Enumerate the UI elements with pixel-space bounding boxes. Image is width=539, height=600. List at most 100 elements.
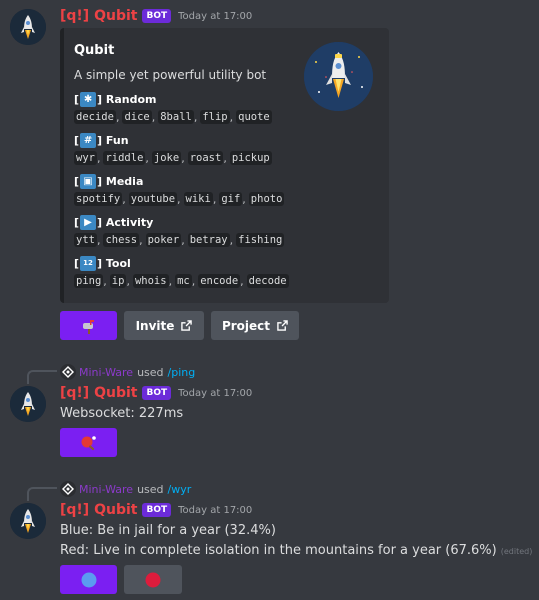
invite-label: Invite	[135, 318, 175, 333]
hash-icon: #	[80, 132, 97, 148]
embed-description: A simple yet powerful utility bot	[74, 68, 267, 82]
message-header: [q!] Qubit BOT Today at 17:00	[60, 385, 252, 401]
message-header: [q!] Qubit BOT Today at 17:00	[60, 502, 252, 518]
ping-result: Websocket: 227ms	[60, 406, 184, 421]
help-embed: Qubit A simple yet powerful utility bot …	[60, 28, 389, 303]
command-code: mc	[175, 274, 192, 288]
command-code: ping	[74, 274, 104, 288]
reply-username[interactable]: Mini-Ware	[79, 366, 133, 379]
reply-connector	[27, 487, 57, 501]
category-label: Random	[105, 92, 157, 106]
timestamp[interactable]: Today at 17:00	[178, 388, 252, 399]
bot-badge: BOT	[142, 386, 172, 400]
command-code: spotify	[74, 192, 123, 206]
category-media: [▣] Media spotify, youtube, wiki, gif, p…	[74, 173, 285, 206]
command-list: wyr, riddle, joke, roast, pickup	[74, 151, 272, 165]
mini-ware-avatar[interactable]	[60, 481, 76, 497]
command-list: spotify, youtube, wiki, gif, photo	[74, 192, 285, 206]
category-label: Tool	[105, 256, 131, 270]
command-code: chess	[103, 233, 140, 247]
camera-icon: ▣	[80, 173, 97, 189]
category-heading: [✱] Random	[74, 91, 157, 107]
command-code: poker	[145, 233, 182, 247]
wyr-option-blue: Blue: Be in jail for a year (32.4%)	[60, 523, 276, 538]
reply-reference[interactable]: Mini-Ware used /ping	[60, 364, 195, 380]
category-heading: [▣] Media	[74, 173, 144, 189]
command-code: pickup	[229, 151, 272, 165]
mini-ware-avatar[interactable]	[60, 364, 76, 380]
ping-pong-icon	[81, 435, 96, 450]
command-code: wiki	[183, 192, 213, 206]
embed-title: Qubit	[74, 43, 115, 58]
bot-avatar[interactable]	[10, 386, 46, 422]
command-code: ip	[109, 274, 127, 288]
wyr-option-red-text: Red: Live in complete isolation in the m…	[60, 543, 497, 558]
vote-red-button[interactable]	[124, 565, 182, 594]
category-activity: [▶] Activity ytt, chess, poker, betray, …	[74, 214, 285, 247]
blue-circle-icon	[81, 572, 96, 587]
command-list: ping, ip, whois, mc, encode, decode	[74, 274, 289, 288]
red-circle-icon	[145, 572, 161, 587]
command-code: gif	[219, 192, 243, 206]
category-label: Activity	[105, 215, 154, 229]
reply-used-text: used	[137, 365, 164, 379]
category-random: [✱] Random decide, dice, 8ball, flip, qu…	[74, 91, 272, 124]
reply-command[interactable]: /wyr	[168, 483, 192, 496]
reply-used-text: used	[137, 482, 164, 496]
command-code: ytt	[74, 233, 97, 247]
command-code: flip	[200, 110, 230, 124]
external-link-icon	[277, 320, 288, 331]
command-code: encode	[198, 274, 241, 288]
category-heading: [▶] Activity	[74, 214, 154, 230]
command-code: photo	[248, 192, 285, 206]
wyr-option-red: Red: Live in complete isolation in the m…	[60, 543, 532, 558]
vote-blue-button[interactable]	[60, 565, 117, 594]
project-label: Project	[221, 318, 271, 333]
bot-avatar[interactable]	[10, 503, 46, 539]
command-list: decide, dice, 8ball, flip, quote	[74, 110, 272, 124]
bot-avatar[interactable]	[10, 9, 46, 45]
bot-badge: BOT	[142, 9, 172, 23]
reply-command[interactable]: /ping	[168, 366, 196, 379]
timestamp[interactable]: Today at 17:00	[178, 505, 252, 516]
play-pause-icon: ▶	[80, 214, 97, 230]
category-heading: [#] Fun	[74, 132, 129, 148]
command-list: ytt, chess, poker, betray, fishing	[74, 233, 285, 247]
command-code: joke	[151, 151, 182, 165]
message-header: [q!] Qubit BOT Today at 17:00	[60, 8, 252, 24]
bot-username[interactable]: [q!] Qubit	[60, 8, 137, 24]
bot-username[interactable]: [q!] Qubit	[60, 502, 137, 518]
command-code: 8ball	[158, 110, 194, 124]
mailbox-button[interactable]	[60, 311, 117, 340]
numbers-icon: 12	[80, 255, 97, 271]
ping-pong-button[interactable]	[60, 428, 117, 457]
reply-username[interactable]: Mini-Ware	[79, 483, 133, 496]
timestamp[interactable]: Today at 17:00	[178, 11, 252, 22]
reply-connector	[27, 370, 57, 384]
category-tool: [12] Tool ping, ip, whois, mc, encode, d…	[74, 255, 289, 288]
category-label: Media	[105, 174, 144, 188]
command-code: fishing	[236, 233, 285, 247]
command-code: decide	[74, 110, 116, 124]
asterisk-icon: ✱	[80, 91, 97, 107]
command-code: decode	[246, 274, 289, 288]
command-code: roast	[187, 151, 224, 165]
command-code: wyr	[74, 151, 97, 165]
bot-username[interactable]: [q!] Qubit	[60, 385, 137, 401]
category-heading: [12] Tool	[74, 255, 131, 271]
bot-badge: BOT	[142, 503, 172, 517]
invite-button[interactable]: Invite	[124, 311, 204, 340]
mailbox-icon	[82, 319, 94, 334]
external-link-icon	[181, 320, 193, 331]
command-code: dice	[122, 110, 152, 124]
command-code: quote	[236, 110, 272, 124]
command-code: youtube	[128, 192, 178, 206]
command-code: riddle	[103, 151, 146, 165]
category-label: Fun	[105, 133, 129, 147]
project-button[interactable]: Project	[211, 311, 299, 340]
reply-reference[interactable]: Mini-Ware used /wyr	[60, 481, 191, 497]
command-code: whois	[132, 274, 169, 288]
category-fun: [#] Fun wyr, riddle, joke, roast, pickup	[74, 132, 272, 165]
rocket-thumbnail[interactable]	[304, 42, 373, 111]
command-code: betray	[187, 233, 230, 247]
